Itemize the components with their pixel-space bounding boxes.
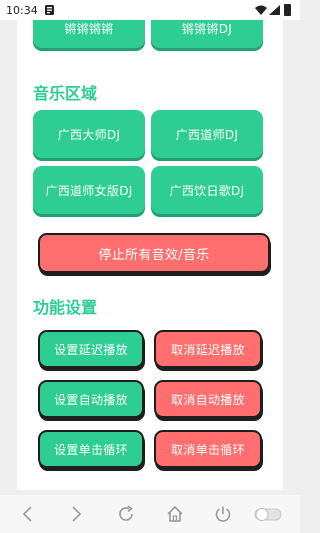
button-label: 广西道师女版DJ (45, 183, 133, 198)
status-bar: 10:34 (0, 0, 300, 20)
button-label: 取消单击循环 (171, 442, 245, 457)
browser-nav-bar (0, 495, 300, 533)
section-title-settings: 功能设置 (33, 298, 98, 317)
notification-icon (45, 5, 54, 15)
music-button-4[interactable]: 广西饮日歌DJ (151, 166, 263, 214)
music-button-1[interactable]: 广西大师DJ (33, 110, 145, 158)
refresh-icon[interactable] (116, 504, 136, 524)
cancel-auto-play-button[interactable]: 取消自动播放 (154, 380, 262, 418)
button-label: 锵锵锵锵 (64, 21, 114, 36)
button-label: 设置自动播放 (54, 392, 128, 407)
main-panel: 锵锵锵锵 锵锵锵DJ 音乐区域 广西大师DJ 广西道师DJ 广西道师女版DJ 广… (17, 20, 283, 490)
music-button-3[interactable]: 广西道师女版DJ (33, 166, 145, 214)
battery-icon (284, 4, 291, 16)
forward-icon[interactable] (66, 504, 86, 524)
music-button-2[interactable]: 广西道师DJ (151, 110, 263, 158)
button-label: 广西大师DJ (57, 127, 121, 142)
section-title-music: 音乐区域 (33, 84, 98, 103)
button-label: 锵锵锵DJ (181, 21, 233, 36)
stop-all-button[interactable]: 停止所有音效/音乐 (38, 233, 270, 273)
cancel-loop-button[interactable]: 取消单击循环 (154, 430, 262, 468)
set-delay-button[interactable]: 设置延迟播放 (38, 330, 144, 368)
cancel-delay-button[interactable]: 取消延迟播放 (154, 330, 262, 368)
status-time: 10:34 (6, 4, 38, 17)
power-icon[interactable] (213, 504, 233, 524)
set-auto-play-button[interactable]: 设置自动播放 (38, 380, 144, 418)
button-label: 取消自动播放 (171, 392, 245, 407)
home-icon[interactable] (165, 504, 185, 524)
wifi-icon (255, 5, 267, 15)
button-label: 广西道师DJ (175, 127, 239, 142)
signal-icon (269, 5, 280, 15)
set-loop-button[interactable]: 设置单击循环 (38, 430, 144, 468)
button-label: 广西饮日歌DJ (169, 183, 245, 198)
button-label: 设置单击循环 (54, 442, 128, 457)
sound-button-qiangqiang[interactable]: 锵锵锵锵 (33, 20, 145, 48)
button-label: 停止所有音效/音乐 (98, 247, 210, 263)
sound-button-qiangqiang-dj[interactable]: 锵锵锵DJ (151, 20, 263, 48)
toggle-switch-icon[interactable] (254, 504, 282, 524)
button-label: 取消延迟播放 (171, 342, 245, 357)
back-icon[interactable] (18, 504, 38, 524)
button-label: 设置延迟播放 (54, 342, 128, 357)
